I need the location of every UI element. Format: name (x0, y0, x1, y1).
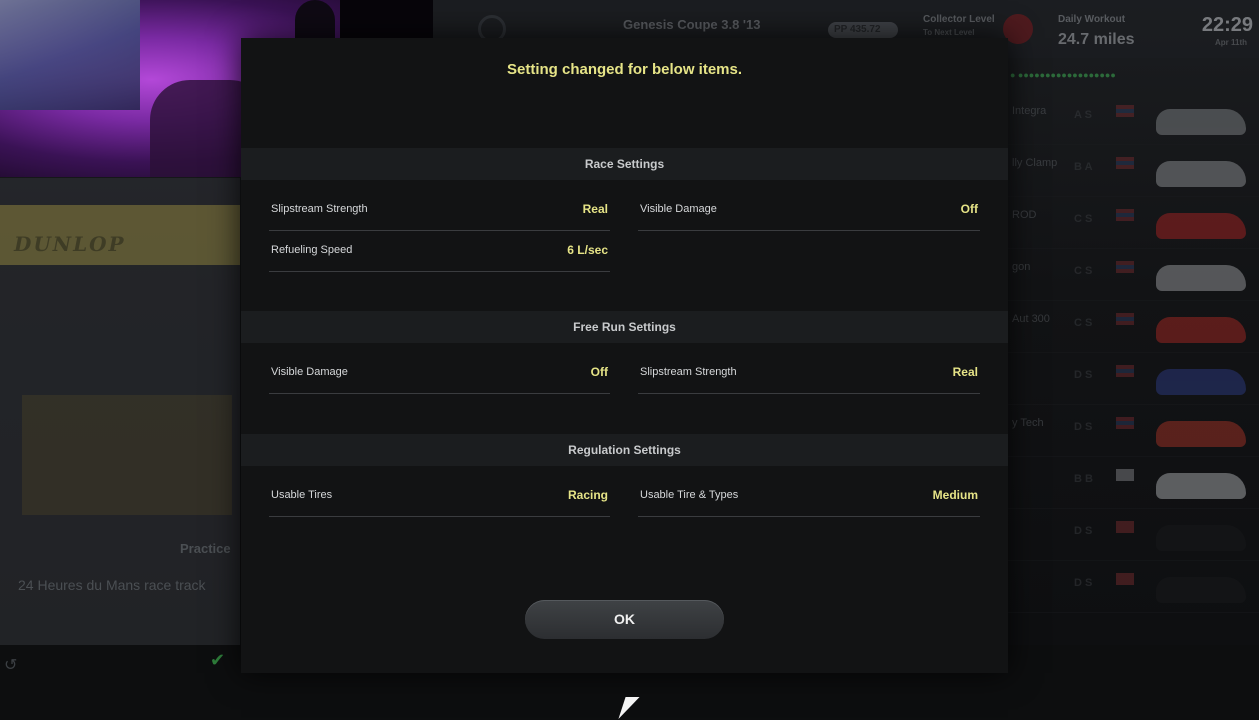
flag-icon (1116, 417, 1134, 429)
setting-value: Medium (932, 488, 978, 502)
car-thumbnail (1156, 213, 1246, 239)
entry-grade: D S (1074, 525, 1093, 537)
setting-row: Slipstream Strength Real (269, 190, 610, 231)
flag-icon (1116, 573, 1134, 585)
entry-name: lly Clamp (1012, 157, 1058, 169)
collector-level-label: Collector Level (923, 14, 995, 25)
car-thumbnail (1156, 317, 1246, 343)
back-icon: ↺ (4, 657, 18, 674)
entry-name: ROD (1012, 209, 1037, 221)
setting-value: Real (582, 202, 608, 216)
entry-grade: A S (1074, 109, 1092, 121)
car-thumbnail (1156, 421, 1246, 447)
setting-value: Real (952, 365, 978, 379)
entry-grade: B B (1074, 473, 1093, 485)
setting-row: Usable Tire & Types Medium (638, 476, 980, 517)
setting-label: Visible Damage (271, 366, 348, 378)
entry-name: gon (1012, 261, 1031, 273)
entry-name: y Tech (1012, 417, 1044, 429)
entry-row: ROD C S (1008, 199, 1259, 249)
settings-changed-dialog: Setting changed for below items. Race Se… (241, 38, 1008, 673)
entry-grade: C S (1074, 213, 1093, 225)
setting-value: Off (590, 365, 608, 379)
entry-row: Integra A S (1008, 95, 1259, 145)
entry-list: Integra A Slly Clamp B A ROD C Sgon C S Aut 30… (1008, 95, 1259, 615)
car-name: Genesis Coupe 3.8 '13 (623, 17, 761, 32)
setting-row: Refueling Speed 6 L/sec (269, 231, 610, 272)
entry-grade: D S (1074, 577, 1093, 589)
setting-value: 6 L/sec (567, 243, 608, 257)
flag-icon (1116, 209, 1134, 221)
car-thumbnail (1156, 161, 1246, 187)
entry-row: lly Clamp B A (1008, 147, 1259, 197)
car-thumbnail (1156, 109, 1246, 135)
setting-value: Off (960, 202, 978, 216)
setting-label: Usable Tire & Types (640, 489, 739, 501)
clock: 22:29 (1201, 14, 1253, 36)
entry-row: D S (1008, 355, 1259, 405)
entry-grade: C S (1074, 265, 1093, 277)
status-banner: ● ●●●●●●●●●●●●●●●●●● (1010, 70, 1116, 80)
setting-row: Visible Damage Off (269, 353, 610, 394)
entry-grade: D S (1074, 421, 1093, 433)
entry-grade: C S (1074, 317, 1093, 329)
collector-level-sub: To Next Level (923, 28, 975, 37)
entry-grade: D S (1074, 369, 1093, 381)
entry-name: Integra (1012, 105, 1047, 117)
entry-name: Aut 300 (1012, 313, 1050, 325)
race-settings-header: Race Settings (241, 148, 1008, 180)
daily-workout-label: Daily Workout (1058, 14, 1126, 25)
check-icon: ✔ (210, 650, 226, 670)
setting-row: Usable Tires Racing (269, 476, 610, 517)
entry-row: D S (1008, 511, 1259, 561)
practice-label: Practice (180, 541, 231, 556)
notification-list (22, 395, 232, 515)
car-thumbnail (1156, 369, 1246, 395)
flag-icon (1116, 365, 1134, 377)
flag-icon (1116, 521, 1134, 533)
free-run-settings-header: Free Run Settings (241, 311, 1008, 343)
flag-icon (1116, 157, 1134, 169)
setting-label: Usable Tires (271, 489, 333, 501)
entry-row: Aut 300 C S (1008, 303, 1259, 353)
setting-label: Slipstream Strength (271, 203, 368, 215)
track-name: 24 Heures du Mans race track (18, 577, 206, 593)
setting-value: Racing (567, 488, 608, 502)
flag-icon (1116, 313, 1134, 325)
webcam-shelf (0, 0, 140, 110)
entry-grade: B A (1074, 161, 1093, 173)
setting-label: Visible Damage (640, 203, 717, 215)
car-thumbnail (1156, 577, 1246, 603)
flag-icon (1116, 105, 1134, 117)
pp-badge: PP 435.72 (828, 22, 898, 38)
regulation-settings-header: Regulation Settings (241, 434, 1008, 466)
car-thumbnail (1156, 265, 1246, 291)
car-thumbnail (1156, 525, 1246, 551)
entry-row: y Tech D S (1008, 407, 1259, 457)
setting-row: Visible Damage Off (638, 190, 980, 231)
setting-label: Slipstream Strength (640, 366, 737, 378)
ok-button[interactable]: OK (525, 600, 724, 639)
date: Apr 11th (1214, 38, 1247, 47)
car-thumbnail (1156, 473, 1246, 499)
flag-icon (1116, 261, 1134, 273)
setting-row: Slipstream Strength Real (638, 353, 980, 394)
entry-row: B B (1008, 459, 1259, 509)
daily-workout-value: 24.7 miles (1058, 31, 1135, 48)
sponsor-logo: DUNLOP (14, 232, 126, 256)
dialog-title: Setting changed for below items. (506, 61, 743, 78)
entry-row: gon C S (1008, 251, 1259, 301)
entry-row: D S (1008, 563, 1259, 613)
flag-icon (1116, 469, 1134, 481)
setting-label: Refueling Speed (271, 244, 353, 256)
